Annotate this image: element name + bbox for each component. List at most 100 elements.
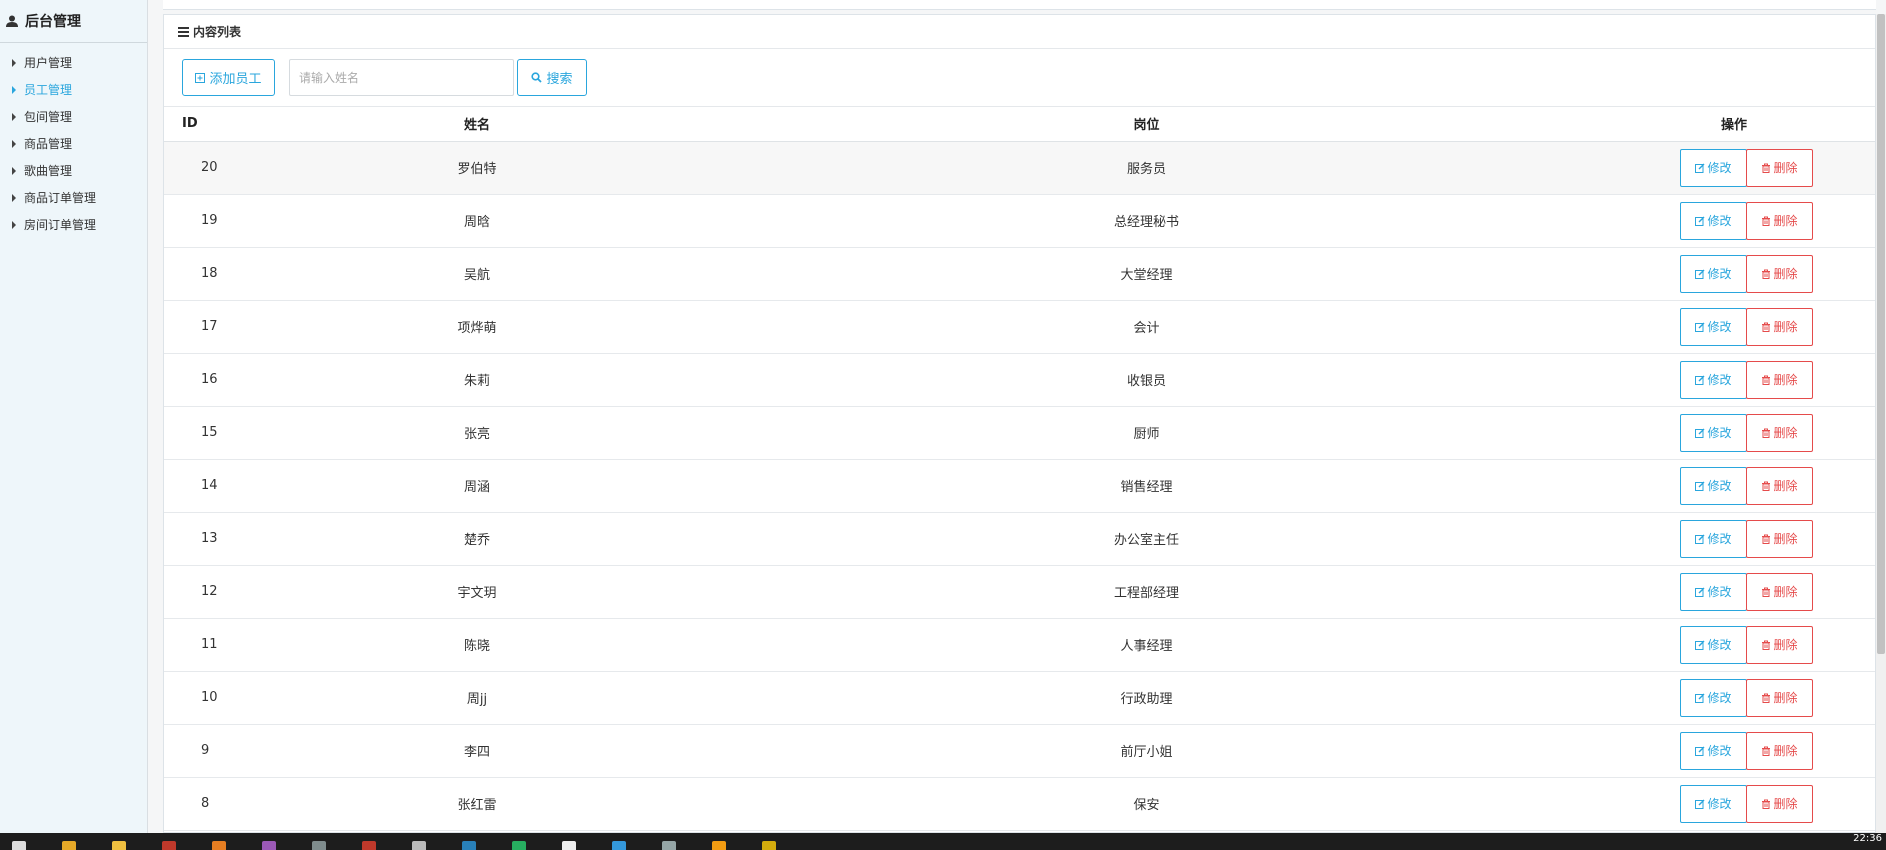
header-actions: 操作 — [1593, 107, 1875, 142]
cell-actions: 修改 删除 — [1593, 194, 1875, 248]
cell-id: 15 — [164, 406, 254, 460]
delete-button[interactable]: 删除 — [1746, 784, 1813, 823]
edit-button[interactable]: 修改 — [1680, 254, 1747, 293]
sidebar-item-label: 包间管理 — [24, 110, 73, 124]
edit-button[interactable]: 修改 — [1680, 625, 1747, 664]
delete-button[interactable]: 删除 — [1746, 572, 1813, 611]
taskbar-app-icon[interactable] — [262, 841, 276, 850]
edit-button[interactable]: 修改 — [1680, 148, 1747, 187]
edit-button[interactable]: 修改 — [1680, 466, 1747, 505]
delete-button[interactable]: 删除 — [1746, 254, 1813, 293]
panel-title: 内容列表 — [164, 15, 1875, 49]
sidebar-item[interactable]: 商品订单管理 — [0, 184, 147, 211]
cell-position: 办公室主任 — [700, 512, 1593, 566]
edit-button[interactable]: 修改 — [1680, 413, 1747, 452]
delete-label: 删除 — [1773, 744, 1798, 758]
edit-button[interactable]: 修改 — [1680, 519, 1747, 558]
sidebar-item[interactable]: 包间管理 — [0, 103, 147, 130]
panel-top-strip — [163, 0, 1876, 10]
taskbar-app-icon[interactable] — [712, 841, 726, 850]
add-employee-button[interactable]: 添加员工 — [182, 59, 275, 96]
cell-name: 周涵 — [254, 459, 700, 513]
taskbar-app-icon[interactable] — [562, 841, 576, 850]
delete-button[interactable]: 删除 — [1746, 731, 1813, 770]
delete-label: 删除 — [1773, 797, 1798, 811]
edit-button[interactable]: 修改 — [1680, 360, 1747, 399]
cell-id: 9 — [164, 724, 254, 778]
taskbar-app-icon[interactable] — [62, 841, 76, 850]
delete-button[interactable]: 删除 — [1746, 625, 1813, 664]
caret-right-icon — [12, 139, 16, 148]
taskbar-app-icon[interactable] — [312, 841, 326, 850]
cell-actions: 修改 删除 — [1593, 141, 1875, 195]
edit-button[interactable]: 修改 — [1680, 784, 1747, 823]
sidebar-item[interactable]: 歌曲管理 — [0, 157, 147, 184]
edit-button[interactable]: 修改 — [1680, 307, 1747, 346]
taskbar-app-icon[interactable] — [612, 841, 626, 850]
taskbar-app-icon[interactable] — [462, 841, 476, 850]
edit-icon — [1695, 163, 1705, 173]
taskbar-app-icon[interactable] — [662, 841, 676, 850]
edit-label: 修改 — [1707, 214, 1732, 228]
taskbar-app-icon[interactable] — [112, 841, 126, 850]
taskbar-app-icon[interactable] — [412, 841, 426, 850]
trash-icon — [1762, 799, 1771, 809]
delete-button[interactable]: 删除 — [1746, 148, 1813, 187]
edit-icon — [1695, 481, 1705, 491]
cell-name: 楚乔 — [254, 512, 700, 566]
taskbar-app-icon[interactable] — [362, 841, 376, 850]
delete-button[interactable]: 删除 — [1746, 678, 1813, 717]
sidebar-item[interactable]: 商品管理 — [0, 130, 147, 157]
sidebar-item-label: 房间订单管理 — [24, 218, 97, 232]
cell-id: 20 — [164, 141, 254, 195]
edit-label: 修改 — [1707, 426, 1732, 440]
caret-right-icon — [12, 166, 16, 175]
trash-icon — [1762, 269, 1771, 279]
edit-button[interactable]: 修改 — [1680, 731, 1747, 770]
cell-position: 大堂经理 — [700, 247, 1593, 301]
delete-label: 删除 — [1773, 479, 1798, 493]
name-search-input[interactable] — [289, 59, 514, 96]
edit-label: 修改 — [1707, 638, 1732, 652]
caret-right-icon — [12, 193, 16, 202]
user-icon — [6, 15, 18, 27]
taskbar-app-icon[interactable] — [212, 841, 226, 850]
sidebar-item[interactable]: 房间订单管理 — [0, 211, 147, 238]
cell-name: 陈晓 — [254, 618, 700, 672]
delete-button[interactable]: 删除 — [1746, 413, 1813, 452]
cell-name: 周jj — [254, 671, 700, 725]
plus-square-icon — [195, 72, 206, 83]
delete-button[interactable]: 删除 — [1746, 466, 1813, 505]
search-icon — [531, 72, 543, 83]
edit-icon — [1695, 693, 1705, 703]
edit-label: 修改 — [1707, 691, 1732, 705]
taskbar-app-icon[interactable] — [762, 841, 776, 850]
sidebar-item[interactable]: 用户管理 — [0, 49, 147, 76]
delete-button[interactable]: 删除 — [1746, 519, 1813, 558]
delete-label: 删除 — [1773, 638, 1798, 652]
cell-id: 8 — [164, 777, 254, 831]
edit-button[interactable]: 修改 — [1680, 678, 1747, 717]
sidebar-item[interactable]: 员工管理 — [0, 76, 147, 103]
trash-icon — [1762, 428, 1771, 438]
cell-actions: 修改 删除 — [1593, 777, 1875, 831]
sidebar: 后台管理 用户管理 员工管理 包间管理 商品管理 歌曲管理 商品订单管理 房间订单管理 — [0, 0, 148, 833]
sidebar-item-label: 歌曲管理 — [24, 164, 73, 178]
edit-icon — [1695, 322, 1705, 332]
cell-actions: 修改 删除 — [1593, 406, 1875, 460]
delete-button[interactable]: 删除 — [1746, 360, 1813, 399]
delete-button[interactable]: 删除 — [1746, 307, 1813, 346]
edit-label: 修改 — [1707, 161, 1732, 175]
scrollbar-thumb[interactable] — [1877, 14, 1885, 654]
taskbar-app-icon[interactable] — [12, 841, 26, 850]
edit-button[interactable]: 修改 — [1680, 201, 1747, 240]
edit-button[interactable]: 修改 — [1680, 572, 1747, 611]
edit-icon — [1695, 587, 1705, 597]
taskbar-app-icon[interactable] — [162, 841, 176, 850]
toolbar: 添加员工 搜索 — [164, 49, 1875, 107]
delete-button[interactable]: 删除 — [1746, 201, 1813, 240]
sidebar-item-label: 用户管理 — [24, 56, 73, 70]
search-button[interactable]: 搜索 — [517, 59, 587, 96]
trash-icon — [1762, 746, 1771, 756]
taskbar-app-icon[interactable] — [512, 841, 526, 850]
